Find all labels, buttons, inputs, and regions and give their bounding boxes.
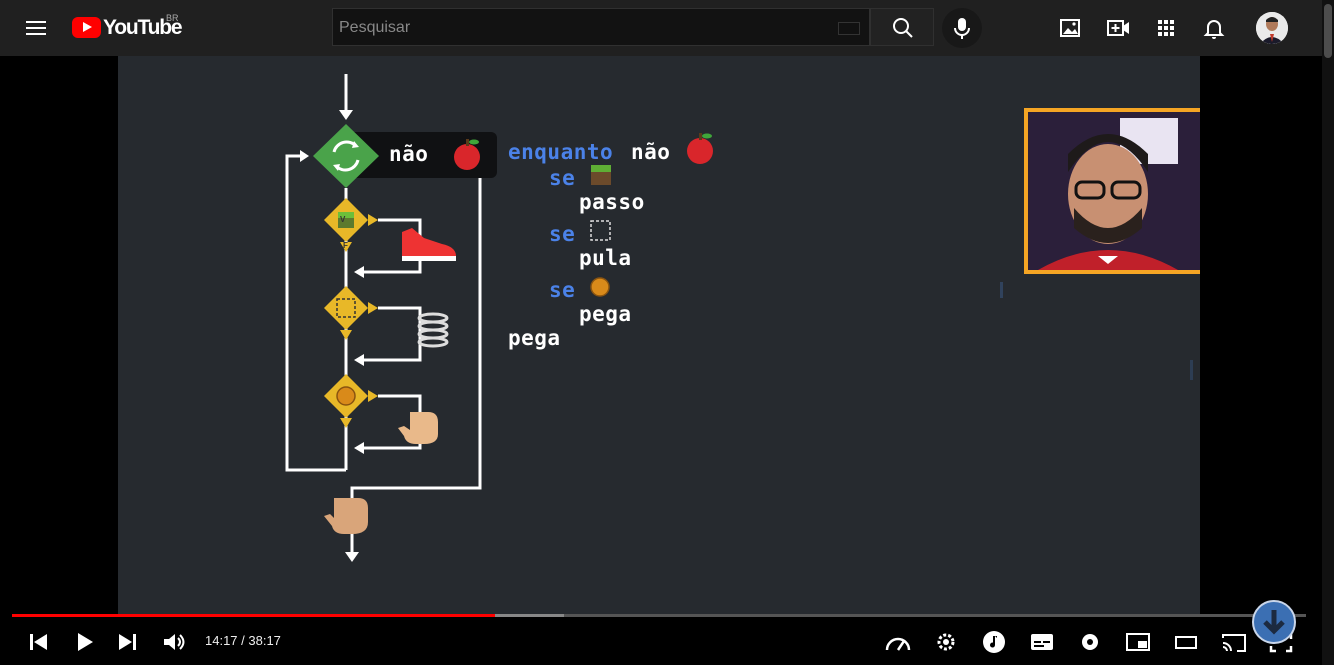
- apps-icon[interactable]: [1150, 12, 1182, 44]
- scrollbar-thumb[interactable]: [1324, 4, 1332, 58]
- false-label-1: F: [343, 241, 349, 250]
- create-video-icon[interactable]: [1102, 12, 1134, 44]
- country-code: BR: [166, 13, 179, 23]
- code-keyword-se-3: se: [549, 278, 576, 302]
- search-input[interactable]: [333, 9, 831, 47]
- progress-buffered: [495, 614, 565, 617]
- code-text-nao: não: [631, 140, 671, 164]
- playback-speed-icon[interactable]: [882, 628, 914, 656]
- create-image-icon[interactable]: [1054, 12, 1086, 44]
- settings-icon[interactable]: [1074, 628, 1106, 656]
- code-keyword-se-1: se: [549, 166, 576, 190]
- code-text-pega-1: pega: [579, 302, 632, 326]
- keyboard-icon[interactable]: [838, 22, 860, 35]
- subtitles-icon[interactable]: [1026, 628, 1058, 656]
- youtube-logo[interactable]: YouTube BR: [72, 13, 192, 41]
- progress-played: [12, 614, 496, 617]
- webcam-overlay: [1024, 108, 1200, 274]
- time-display: 14:17 / 38:17: [205, 633, 281, 648]
- bell-icon[interactable]: [1198, 12, 1230, 44]
- next-icon[interactable]: [112, 628, 144, 656]
- video-frame[interactable]: não V F enquanto não se passo se pula se…: [118, 56, 1200, 616]
- top-bar: YouTube BR: [0, 0, 1334, 56]
- previous-icon[interactable]: [22, 628, 54, 656]
- search-icon: [893, 18, 913, 38]
- search-button[interactable]: [870, 8, 934, 46]
- music-icon[interactable]: [978, 628, 1010, 656]
- code-text-pega-2: pega: [508, 326, 561, 350]
- page-scrollbar[interactable]: [1322, 0, 1334, 665]
- code-keyword-se-2: se: [549, 222, 576, 246]
- code-keyword-enquanto: enquanto: [508, 140, 614, 164]
- presenter-image: [1028, 112, 1200, 270]
- cast-icon[interactable]: [1218, 628, 1250, 656]
- search-box: [332, 8, 870, 47]
- volume-icon[interactable]: [158, 628, 190, 656]
- settings-gear-icon[interactable]: [930, 628, 962, 656]
- flowchart-badge-label: não: [389, 142, 429, 166]
- miniplayer-icon[interactable]: [1122, 628, 1154, 656]
- youtube-play-logo-icon: [72, 17, 101, 38]
- true-label-1: V: [340, 215, 346, 224]
- menu-icon[interactable]: [22, 16, 50, 40]
- code-text-passo: passo: [579, 190, 645, 214]
- mic-icon: [954, 18, 970, 39]
- avatar[interactable]: [1256, 12, 1288, 44]
- theater-icon[interactable]: [1170, 628, 1202, 656]
- player-controls: 14:17 / 38:17: [0, 620, 1322, 665]
- download-button[interactable]: [1252, 600, 1296, 644]
- progress-bar[interactable]: [12, 614, 1306, 617]
- download-arrow-icon: [1263, 610, 1285, 635]
- code-text-pula: pula: [579, 246, 632, 270]
- play-icon[interactable]: [68, 628, 100, 656]
- voice-search-button[interactable]: [942, 8, 982, 48]
